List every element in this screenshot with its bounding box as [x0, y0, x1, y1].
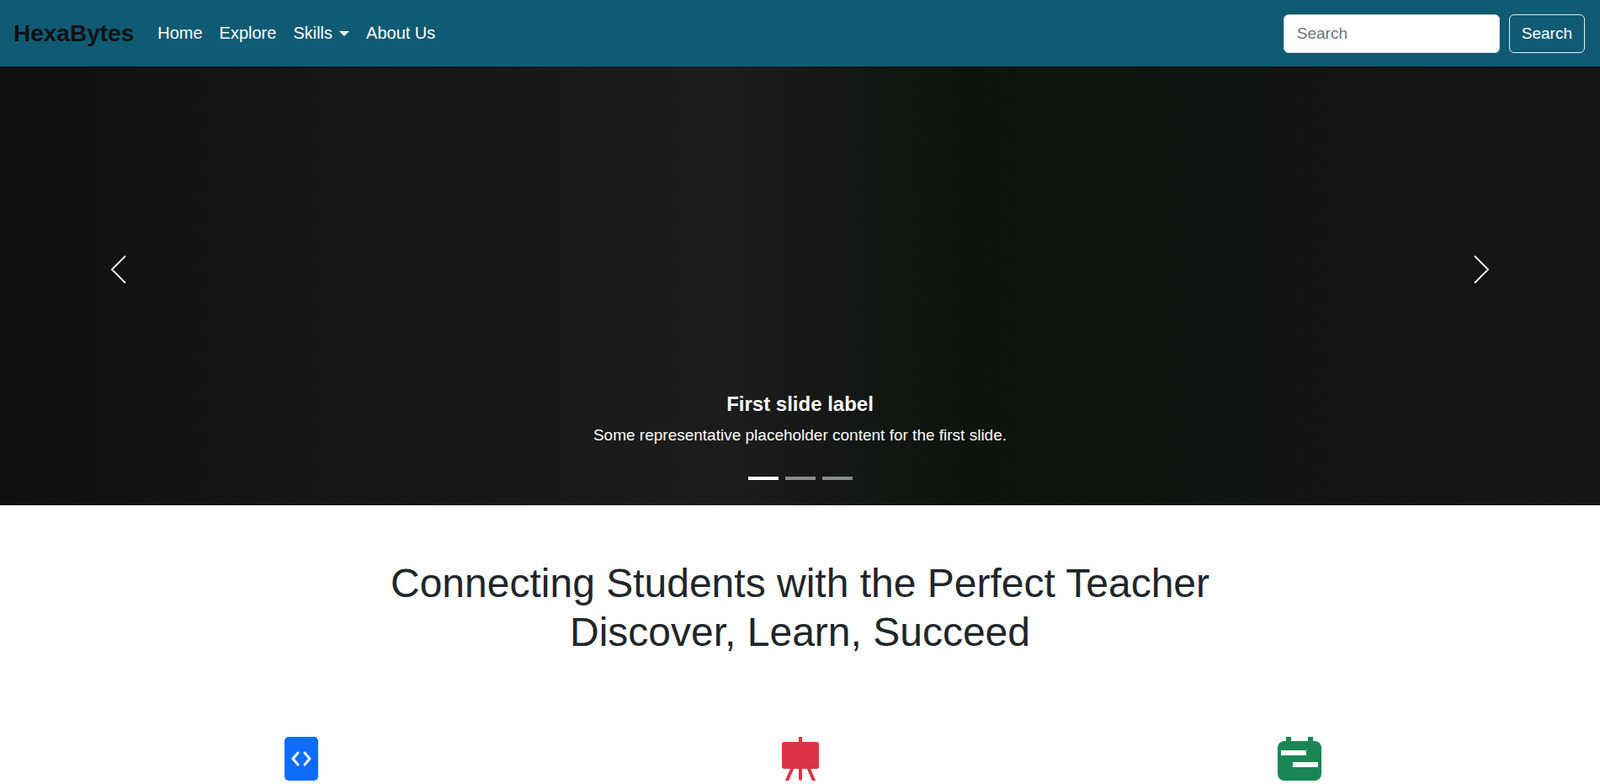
hero: Connecting Students with the Perfect Tea…	[0, 504, 1600, 656]
calendar-icon	[1277, 736, 1322, 781]
carousel-caption: First slide label Some representative pla…	[144, 66, 1456, 505]
nav-link[interactable]: Home	[157, 23, 202, 43]
hero-line: Connecting Students with the Perfect Tea…	[390, 558, 1210, 608]
feature	[1049, 736, 1549, 781]
hero-line: Discover, Learn, Succeed	[390, 607, 1210, 657]
carousel-indicator[interactable]	[822, 476, 853, 480]
hero-title: Connecting Students with the Perfect Tea…	[390, 558, 1210, 656]
carousel: First slide label Some representative pla…	[0, 66, 1600, 505]
carousel-indicator[interactable]	[785, 476, 816, 480]
caret-icon	[339, 31, 350, 37]
nav-link[interactable]: Skills	[292, 23, 350, 43]
feature	[51, 736, 551, 781]
nav-link[interactable]: Explore	[219, 23, 277, 43]
carousel-next[interactable]	[1472, 66, 1491, 505]
search-input[interactable]	[1283, 14, 1500, 54]
code-icon	[284, 736, 319, 781]
navbar: HexaBytes Home Explore Skills About Us Search	[0, 0, 1600, 67]
caption-title: First slide label	[726, 392, 874, 416]
carousel-prev[interactable]	[109, 66, 128, 505]
easel-icon	[780, 736, 821, 781]
search-button[interactable]: Search	[1509, 14, 1585, 54]
brand-link[interactable]: HexaBytes	[13, 20, 134, 48]
page: HexaBytes Home Explore Skills About Us Search…	[0, 0, 1600, 784]
carousel-indicator[interactable]	[748, 476, 779, 480]
nav-links: Home Explore Skills About Us	[157, 23, 1284, 43]
features	[51, 736, 1549, 781]
nav-link[interactable]: About Us	[366, 23, 436, 43]
search-form: Search	[1283, 14, 1585, 54]
chevron-right-icon	[1472, 254, 1491, 285]
feature	[550, 736, 1050, 781]
carousel-indicators	[748, 476, 853, 480]
caption-text: Some representative placeholder content …	[593, 425, 1007, 445]
chevron-left-icon	[109, 254, 128, 285]
